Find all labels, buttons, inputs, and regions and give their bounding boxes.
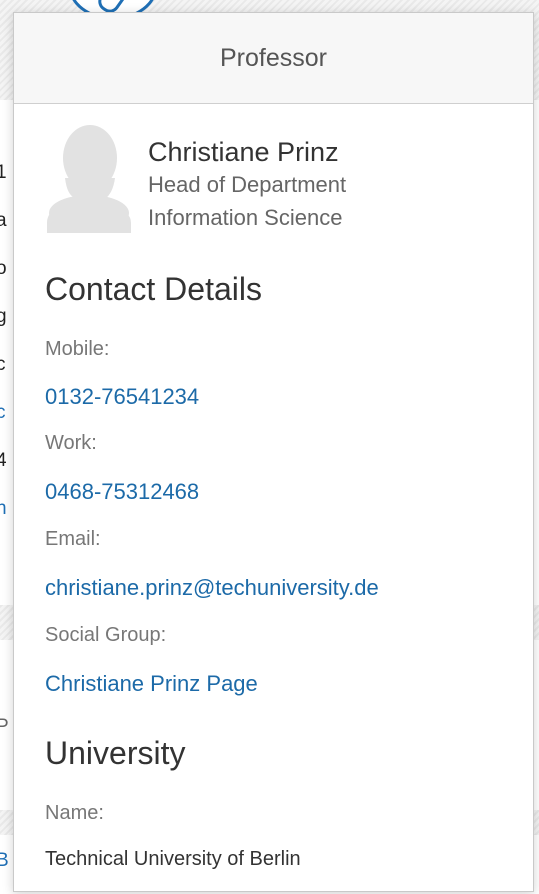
background-text-fragment: o xyxy=(0,258,7,279)
email-link[interactable]: christiane.prinz@techuniversity.de xyxy=(45,575,379,601)
professor-role: Head of Department xyxy=(148,172,347,197)
university-name-value: Technical University of Berlin xyxy=(45,848,301,870)
background-text-fragment: 1 xyxy=(0,162,7,183)
background-text-fragment: a xyxy=(0,210,7,231)
mobile-label: Mobile: xyxy=(45,338,110,360)
background-text-fragment: 4 xyxy=(0,450,7,471)
background-link-fragment[interactable]: n xyxy=(0,498,10,520)
professor-department: Information Science xyxy=(148,205,343,230)
email-label: Email: xyxy=(45,528,101,550)
work-label: Work: xyxy=(45,432,97,454)
background-text-fragment: c xyxy=(0,354,6,375)
avatar-placeholder-icon xyxy=(45,123,131,233)
background-text-fragment: P xyxy=(0,716,9,737)
work-phone-link[interactable]: 0468-75312468 xyxy=(45,479,199,505)
background-link-fragment[interactable]: B xyxy=(0,850,10,872)
profile-section: Christiane Prinz Head of Department Info… xyxy=(45,123,505,233)
mobile-link[interactable]: 0132-76541234 xyxy=(45,384,199,410)
university-heading: University xyxy=(45,735,186,771)
popover-title: Professor xyxy=(220,43,327,72)
professor-popover: Professor Christiane Prinz Head of Depar… xyxy=(13,12,534,892)
professor-name: Christiane Prinz xyxy=(148,137,339,167)
background-link-fragment[interactable]: c xyxy=(0,402,10,424)
social-group-label: Social Group: xyxy=(45,624,167,646)
background-text-fragment: g xyxy=(0,306,7,327)
popover-header: Professor xyxy=(14,13,533,104)
contact-details-heading: Contact Details xyxy=(45,271,262,307)
university-name-label: Name: xyxy=(45,802,104,824)
social-group-link[interactable]: Christiane Prinz Page xyxy=(45,671,258,697)
